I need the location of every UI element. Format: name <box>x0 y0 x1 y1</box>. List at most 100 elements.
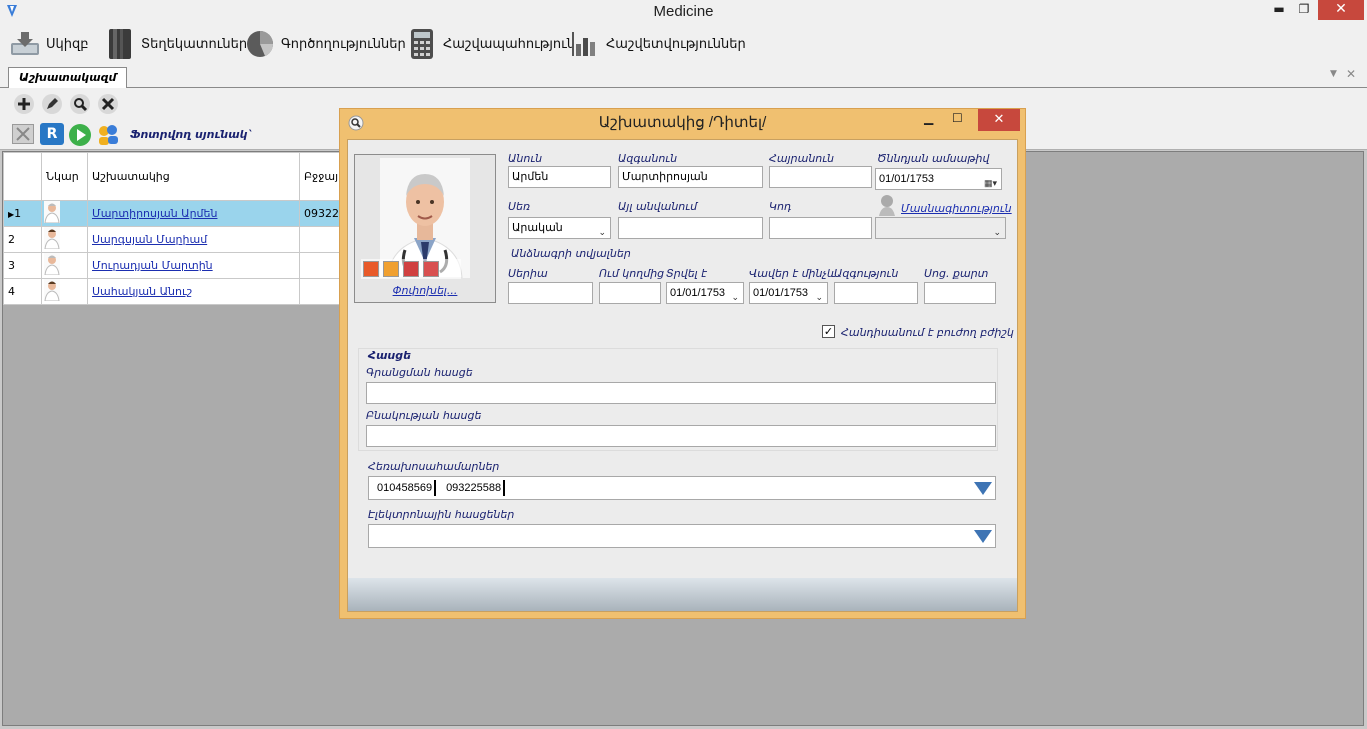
tab-list-dropdown-icon[interactable]: ▼ <box>1330 69 1337 79</box>
menu-accounting[interactable]: Հաշվապահություն <box>407 26 575 62</box>
menu-start[interactable]: Սկիզբ <box>10 26 89 62</box>
menu-operations[interactable]: Գործողություններ <box>245 26 406 62</box>
table-row[interactable]: 4 Սահակյան Անուշ <box>3 278 358 305</box>
dialog-body: Փոփոխել... Անուն Արմեն Ազգանուն Մարտիրոս… <box>347 139 1018 612</box>
dob-label: Ծննդյան ամսաթիվ <box>877 152 990 165</box>
address-group-label: Հասցե <box>368 349 411 362</box>
pie-chart-icon <box>245 29 275 59</box>
chevron-down-icon: ⌄ <box>815 292 823 302</box>
row-indicator-header <box>3 152 42 201</box>
employee-link[interactable]: Մարտիրոսյան Արմեն <box>92 207 217 220</box>
employee-link[interactable]: Սահակյան Անուշ <box>92 285 192 298</box>
books-icon <box>105 29 135 59</box>
tab-staff[interactable]: Աշխատակազմ <box>8 67 128 88</box>
emails-dropdown-icon[interactable] <box>973 528 993 551</box>
dialog-minimize-button[interactable]: ▁ <box>924 111 933 125</box>
photo-panel: Փոփոխել... <box>354 154 496 303</box>
employee-column-header[interactable]: Աշխատակից <box>87 152 300 201</box>
row-employee: Մարտիրոսյան Արմեն <box>87 200 300 227</box>
add-button[interactable] <box>12 92 36 116</box>
menu-directories[interactable]: Տեղեկատուներ <box>105 26 247 62</box>
last-name-label: Ազգանուն <box>618 152 678 165</box>
registration-address-field[interactable] <box>366 382 996 404</box>
edit-button[interactable] <box>40 92 64 116</box>
menu-reports-label: Հաշվետվություններ <box>606 36 746 52</box>
sex-select[interactable]: Արական ⌄ <box>508 217 611 239</box>
phones-dropdown-icon[interactable] <box>973 480 993 503</box>
menu-directories-label: Տեղեկատուներ <box>141 36 248 52</box>
emails-tag-input[interactable] <box>368 524 996 548</box>
nationality-label: Ազգություն <box>834 267 899 280</box>
other-name-field[interactable] <box>618 217 763 239</box>
play-icon[interactable] <box>68 123 92 150</box>
delete-photo-icon[interactable] <box>423 261 439 277</box>
save-photo-icon[interactable] <box>403 261 419 277</box>
employee-link[interactable]: Սարգսյան Մարիամ <box>92 233 207 246</box>
passport-group-label: Անձնագրի տվյալներ <box>511 247 631 260</box>
view-button[interactable] <box>68 92 92 116</box>
tab-close-icon[interactable]: ✕ <box>1346 67 1356 81</box>
registration-address-label: Գրանցման հասցե <box>366 366 473 379</box>
menu-reports[interactable]: Հաշվետվություններ <box>570 26 746 62</box>
refresh-icon[interactable]: R <box>40 123 64 145</box>
dob-datepicker[interactable]: 01/01/1753 ▦▾ <box>875 168 1002 190</box>
window-title: Medicine <box>653 3 714 20</box>
change-photo-link[interactable]: Փոփոխել... <box>355 284 495 297</box>
add-photo-icon[interactable] <box>363 261 379 277</box>
series-field[interactable] <box>508 282 593 304</box>
code-field[interactable] <box>769 217 872 239</box>
row-employee: Սահակյան Անուշ <box>87 278 300 305</box>
specialty-link[interactable]: Մասնագիտություն <box>901 202 1012 215</box>
dialog-maximize-button[interactable]: ☐ <box>952 111 963 125</box>
is-doctor-label: Հանդիսանում է բուժող բժիշկ <box>841 326 1014 339</box>
excel-export-icon[interactable] <box>12 124 34 144</box>
photo-column-header[interactable]: Նկար <box>41 152 88 201</box>
dialog-title: Աշխատակից /Դիտել/ <box>598 114 767 131</box>
delete-button[interactable] <box>96 92 120 116</box>
social-card-label: Սոց. քարտ <box>924 267 989 280</box>
phone-tag[interactable]: 093225588 <box>446 480 506 496</box>
restore-button[interactable]: ❐ <box>1290 0 1318 20</box>
row-number: 4 <box>3 278 42 305</box>
row-number: ▶1 <box>3 200 42 227</box>
patronymic-field[interactable] <box>769 166 872 188</box>
minimize-button[interactable]: ▬ <box>1265 0 1293 20</box>
table-row[interactable]: 2 Սարգսյան Մարիամ <box>3 226 358 253</box>
app-logo-icon <box>7 5 17 17</box>
patronymic-label: Հայրանուն <box>769 152 835 165</box>
valid-until-value: 01/01/1753 <box>753 287 809 299</box>
table-header-row: Նկար Աշխատակից Բջջայ <box>3 152 358 201</box>
table-row[interactable]: ▶1 Մարտիրոսյան Արմեն 0932255 <box>3 200 358 227</box>
close-button[interactable]: ✕ <box>1318 0 1364 20</box>
issue-date-picker[interactable]: 01/01/1753 ⌄ <box>666 282 744 304</box>
row-employee: Մուրադյան Մարտին <box>87 252 300 279</box>
sex-value: Արական <box>512 222 563 234</box>
users-settings-icon[interactable] <box>96 123 122 150</box>
employee-link[interactable]: Մուրադյան Մարտին <box>92 259 213 272</box>
phone-tag[interactable]: 010458569 <box>377 480 437 496</box>
staff-table: Նկար Աշխատակից Բջջայ ▶1 Մարտիրոսյան Արմեն… <box>3 152 358 305</box>
photo-tools <box>361 259 461 279</box>
specialty-icon <box>877 194 897 219</box>
row-employee: Սարգսյան Մարիամ <box>87 226 300 253</box>
dialog-close-button[interactable]: ✕ <box>978 109 1020 131</box>
issued-by-field[interactable] <box>599 282 661 304</box>
is-doctor-checkbox[interactable]: ✓ <box>822 325 835 338</box>
other-name-label: Այլ անվանում <box>618 200 698 213</box>
valid-until-picker[interactable]: 01/01/1753 ⌄ <box>749 282 828 304</box>
bar-chart-icon <box>570 29 600 59</box>
edit-photo-icon[interactable] <box>383 261 399 277</box>
specialty-select[interactable]: ⌄ <box>875 217 1006 239</box>
phones-tag-input[interactable]: 010458569 093225588 <box>368 476 996 500</box>
residence-address-field[interactable] <box>366 425 996 447</box>
calculator-icon <box>407 29 437 59</box>
row-number: 2 <box>3 226 42 253</box>
first-name-field[interactable]: Արմեն <box>508 166 611 188</box>
last-name-field[interactable]: Մարտիրոսյան <box>618 166 763 188</box>
table-row[interactable]: 3 Մուրադյան Մարտին <box>3 252 358 279</box>
doctor-thumbnail-icon <box>44 253 60 276</box>
nationality-field[interactable] <box>834 282 918 304</box>
chevron-down-icon: ⌄ <box>731 292 739 302</box>
calendar-icon[interactable]: ▦▾ <box>984 173 997 193</box>
social-card-field[interactable] <box>924 282 996 304</box>
